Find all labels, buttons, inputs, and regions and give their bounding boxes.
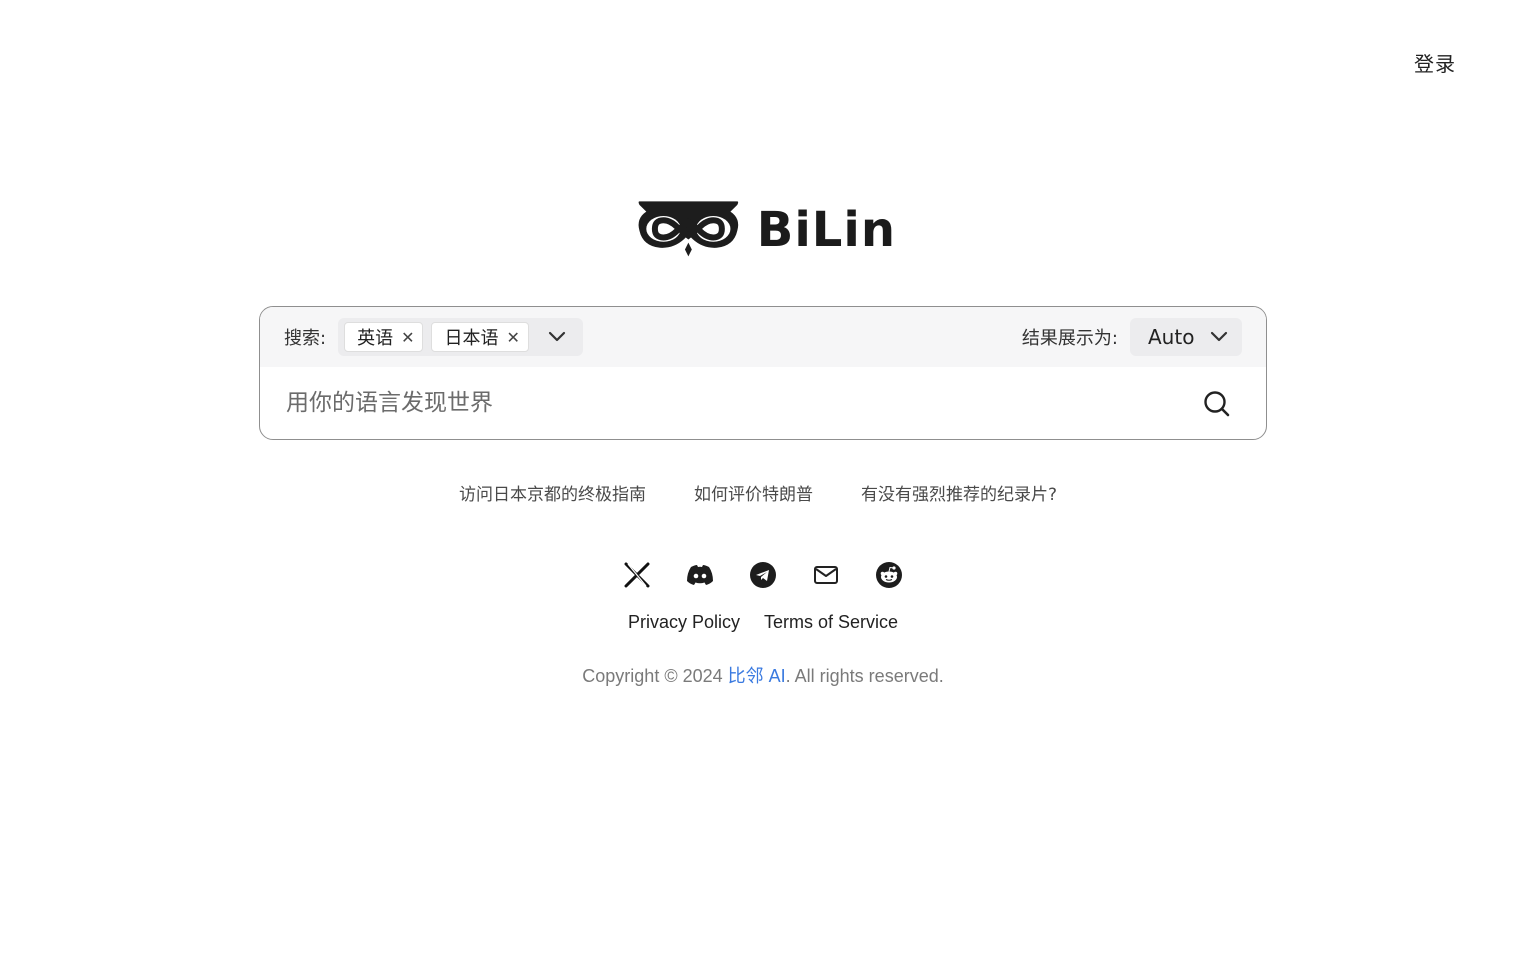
remove-language-icon[interactable]: ✕ (506, 328, 519, 347)
suggestion-item[interactable]: 如何评价特朗普 (694, 480, 813, 505)
suggestion-list: 访问日本京都的终极指南 如何评价特朗普 有没有强烈推荐的纪录片? (0, 480, 1526, 505)
telegram-icon[interactable] (748, 560, 778, 590)
language-selector[interactable]: 英语 ✕ 日本语 ✕ (338, 318, 583, 356)
reddit-icon[interactable] (874, 560, 904, 590)
display-mode-select[interactable]: Auto (1130, 318, 1242, 356)
discord-icon[interactable] (685, 560, 715, 590)
search-panel: 搜索: 英语 ✕ 日本语 ✕ 结果展示为: Auto (259, 306, 1267, 440)
search-options-bar: 搜索: 英语 ✕ 日本语 ✕ 结果展示为: Auto (260, 307, 1266, 367)
chevron-down-icon (1210, 331, 1228, 342)
display-mode-group: 结果展示为: Auto (1022, 318, 1242, 356)
x-icon[interactable] (622, 560, 652, 590)
language-chip-japanese[interactable]: 日本语 ✕ (431, 322, 529, 352)
language-chip-label: 英语 (357, 328, 394, 349)
copyright-prefix: Copyright © 2024 (582, 666, 728, 686)
owl-infinity-logo-icon (637, 201, 739, 257)
logo-text: BiLin (756, 202, 896, 258)
remove-language-icon[interactable]: ✕ (401, 328, 414, 347)
legal-links: Privacy Policy Terms of Service (0, 612, 1526, 633)
login-button[interactable]: 登录 (1414, 48, 1456, 77)
language-dropdown-chevron-down-icon[interactable] (537, 322, 577, 352)
search-input-row (260, 367, 1266, 439)
language-chip-english[interactable]: 英语 ✕ (344, 322, 424, 352)
search-icon[interactable] (1202, 389, 1232, 419)
display-mode-value: Auto (1148, 325, 1195, 349)
search-language-label: 搜索: (284, 328, 327, 349)
search-input[interactable] (284, 382, 1168, 424)
logo[interactable]: BiLin (636, 192, 896, 264)
suggestion-item[interactable]: 访问日本京都的终极指南 (459, 480, 646, 505)
language-chip-label: 日本语 (444, 328, 499, 349)
copyright: Copyright © 2024 比邻 AI. All rights reser… (0, 662, 1526, 688)
copyright-suffix: . All rights reserved. (785, 666, 944, 686)
brand-link[interactable]: 比邻 AI (728, 666, 786, 686)
page: 登录 BiLin 搜索: 英语 ✕ 日本语 ✕ 结果展示为: Auto 用你的语… (0, 0, 1526, 954)
social-links (0, 560, 1526, 590)
display-mode-label: 结果展示为: (1021, 328, 1118, 349)
mail-icon[interactable] (811, 560, 841, 590)
suggestion-item[interactable]: 有没有强烈推荐的纪录片? (861, 480, 1057, 505)
privacy-policy-link[interactable]: Privacy Policy (628, 612, 740, 633)
terms-of-service-link[interactable]: Terms of Service (764, 612, 898, 633)
